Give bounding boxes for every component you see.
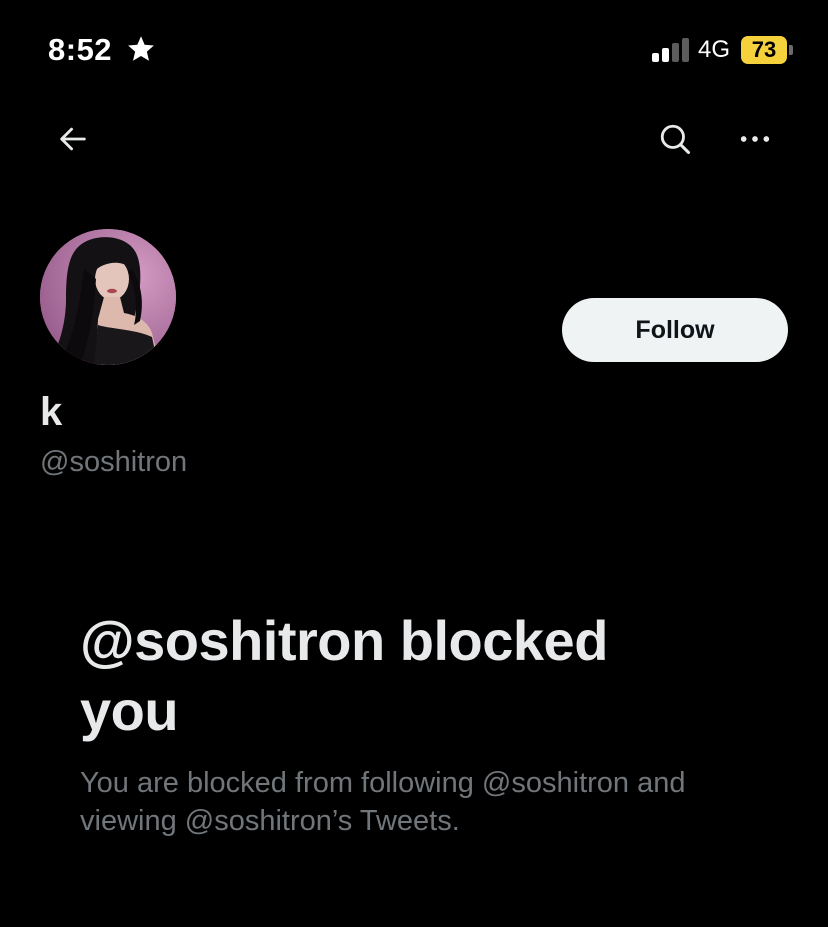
follow-button[interactable]: Follow xyxy=(562,298,788,362)
profile-avatar[interactable] xyxy=(40,229,176,365)
avatar-image xyxy=(40,229,176,365)
blocked-message: You are blocked from following @soshitro… xyxy=(80,767,686,837)
battery-icon: 73 xyxy=(741,36,787,64)
status-bar: 8:52 4G 73 xyxy=(0,0,828,100)
search-button[interactable] xyxy=(652,116,698,162)
status-time: 8:52 xyxy=(48,32,113,67)
cellular-signal-icon xyxy=(652,38,689,62)
more-options-button[interactable] xyxy=(732,116,778,162)
back-button[interactable] xyxy=(50,116,96,162)
more-horizontal-icon xyxy=(740,136,770,142)
search-icon xyxy=(660,124,691,155)
battery-tip xyxy=(789,45,793,55)
profile-handle: @soshitron xyxy=(40,446,188,478)
display-name: k xyxy=(40,390,63,434)
network-type-label: 4G xyxy=(698,36,731,63)
battery-level: 73 xyxy=(751,37,777,62)
star-icon xyxy=(128,36,154,61)
arrow-left-icon xyxy=(60,127,86,151)
blocked-title: @soshitron blocked you xyxy=(80,609,608,742)
